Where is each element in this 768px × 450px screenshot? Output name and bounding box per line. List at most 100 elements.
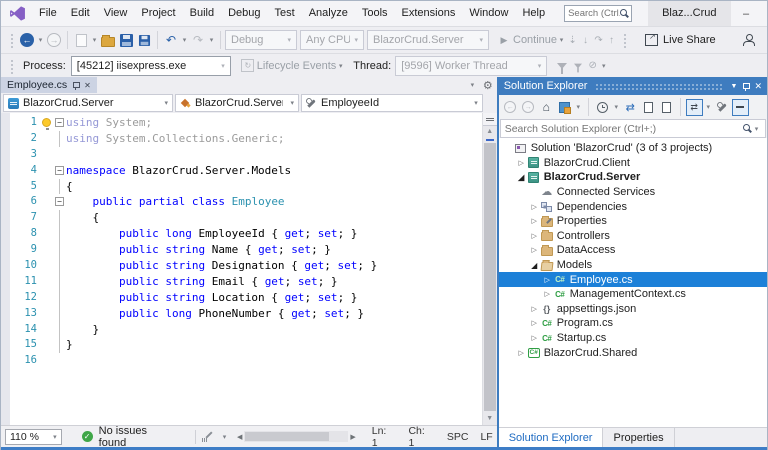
filter-threads-icon[interactable] (557, 62, 568, 74)
continue-play-icon[interactable]: ▶ (495, 31, 513, 49)
tree-item-dependencies[interactable]: ▷ Dependencies (499, 199, 767, 214)
scrollbar-thumb[interactable] (483, 143, 496, 411)
code-cleanup-icon[interactable] (202, 431, 214, 443)
tree-item-managementcontext-cs[interactable]: ▷ C# ManagementContext.cs (499, 287, 767, 302)
toolbar-grip[interactable] (9, 32, 14, 48)
quick-launch-input[interactable] (568, 8, 621, 19)
code-line-13[interactable]: 13 public long PhoneNumber { get; set; } (10, 305, 482, 322)
code-line-3[interactable]: 3 (10, 147, 482, 163)
toolbar-grip[interactable] (9, 57, 14, 74)
code-line-5[interactable]: 5{ (10, 178, 482, 195)
menu-extensions[interactable]: Extensions (395, 1, 463, 26)
redo-dropdown[interactable]: ▾ (207, 36, 216, 44)
tree-item-startup-cs[interactable]: ▷ C# Startup.cs (499, 331, 767, 346)
fold-collapse-icon[interactable]: − (54, 115, 66, 131)
collapse-all-icon[interactable] (658, 99, 676, 116)
line-indicator[interactable]: Ln: 1 (372, 425, 395, 449)
se-back-button[interactable]: ← (502, 99, 519, 116)
save-button[interactable] (117, 31, 135, 49)
tree-item-blazorcrud-shared[interactable]: ▷ C# BlazorCrud.Shared (499, 345, 767, 360)
expand-arrow-icon[interactable]: ▷ (529, 305, 540, 313)
solution-platforms-combo[interactable]: Any CPU ▾ (300, 30, 364, 50)
navigate-back-button[interactable]: ← (18, 31, 36, 49)
expand-arrow-icon[interactable]: ▷ (529, 217, 540, 225)
menu-file[interactable]: File (32, 1, 64, 26)
switch-views-dropdown[interactable]: ▾ (574, 103, 583, 111)
pending-changes-dropdown[interactable]: ▾ (612, 103, 621, 111)
code-line-7[interactable]: 7 { (10, 210, 482, 227)
minimize-button[interactable]: – (731, 1, 762, 26)
tree-item-employee-cs[interactable]: ▷ C# Employee.cs (498, 272, 767, 287)
menu-analyze[interactable]: Analyze (302, 1, 355, 26)
send-feedback-button[interactable] (739, 31, 757, 49)
open-file-button[interactable] (99, 31, 117, 49)
save-all-button[interactable] (135, 31, 153, 49)
horizontal-scrollbar[interactable]: ◀ ▶ (235, 431, 358, 442)
toolbar-grip[interactable] (622, 32, 628, 48)
tree-item-solution-blazorcrud-3-of-3-projects[interactable]: Solution 'BlazorCrud' (3 of 3 projects) (499, 141, 767, 156)
pending-changes-filter-icon[interactable] (594, 99, 611, 116)
menu-build[interactable]: Build (183, 1, 221, 26)
code-line-2[interactable]: 2 using System.Collections.Generic; (10, 130, 482, 147)
lifecycle-events-dropdown[interactable]: ▾ (336, 62, 345, 70)
solution-explorer-title-bar[interactable]: Solution Explorer ▼ ✕ (498, 77, 767, 95)
column-indicator[interactable]: Ch: 1 (408, 425, 432, 449)
lifecycle-events-button[interactable]: Lifecycle Events (257, 60, 336, 72)
menu-tools[interactable]: Tools (355, 1, 395, 26)
code-editor[interactable]: 1− using System; 2 using System.Collections… (1, 113, 497, 425)
tab-employee-cs[interactable]: Employee.cs ✕ (1, 77, 97, 93)
scroll-up-icon[interactable]: ▲ (483, 126, 497, 138)
show-all-files-icon[interactable] (640, 99, 658, 116)
expand-arrow-icon[interactable]: ▷ (529, 203, 540, 211)
preview-selected-items-icon[interactable] (731, 98, 749, 116)
code-line-14[interactable]: 14 } (10, 321, 482, 338)
filter-flagged-icon[interactable] (574, 63, 583, 72)
refresh-icon[interactable]: ⇄ (622, 99, 639, 116)
collapse-arrow-icon[interactable]: ◢ (529, 261, 540, 270)
break-all-icon[interactable]: ⇣ (566, 35, 579, 46)
code-line-11[interactable]: 11 public string Email { get; set; } (10, 273, 482, 290)
pin-tab-icon[interactable] (72, 81, 81, 90)
member-dropdown[interactable]: EmployeeId ▾ (301, 94, 483, 112)
expand-arrow-icon[interactable]: ▷ (542, 276, 553, 284)
tab-solution-explorer[interactable]: Solution Explorer (498, 428, 604, 447)
fold-collapse-icon[interactable]: − (54, 163, 66, 179)
tree-item-dataaccess[interactable]: ▷ DataAccess (499, 243, 767, 258)
type-dropdown[interactable]: BlazorCrud.Server.Models.Emplo▾ (175, 94, 299, 112)
code-line-9[interactable]: 9 public string Name { get; set; } (10, 242, 482, 259)
step-over-icon[interactable]: ↷ (592, 35, 605, 46)
code-line-16[interactable]: 16 (10, 353, 482, 369)
window-position-dropdown[interactable]: ▼ (731, 83, 738, 90)
code-line-12[interactable]: 12 public string Location { get; set; } (10, 289, 482, 306)
splitter-handle[interactable] (482, 113, 497, 126)
toolbar-overflow-dropdown[interactable]: ▾ (599, 62, 608, 70)
solution-configurations-combo[interactable]: Debug ▾ (225, 30, 297, 50)
process-combo[interactable]: [45212] iisexpress.exe ▾ (70, 55, 231, 76)
lightbulb-icon[interactable] (40, 115, 54, 131)
code-text-area[interactable]: 1− using System; 2 using System.Collections… (10, 113, 482, 425)
close-tab-icon[interactable]: ✕ (84, 81, 91, 90)
sync-with-active-document-icon[interactable]: ⇄ (685, 98, 703, 116)
vertical-scrollbar[interactable]: ▲ ▼ (481, 113, 497, 425)
issues-status[interactable]: No issues found (99, 425, 176, 449)
redo-button[interactable]: ↷ (189, 31, 207, 49)
menu-view[interactable]: View (97, 1, 135, 26)
step-into-icon[interactable]: ↓ (579, 35, 592, 46)
properties-wrench-icon[interactable] (714, 99, 731, 116)
scroll-down-icon[interactable]: ▼ (483, 413, 497, 425)
sync-dropdown[interactable]: ▾ (704, 103, 713, 111)
expand-arrow-icon[interactable]: ▷ (529, 334, 540, 342)
navigate-forward-button[interactable]: → (45, 31, 63, 49)
scroll-left-icon[interactable]: ◀ (235, 433, 244, 441)
scroll-right-icon[interactable]: ▶ (348, 433, 357, 441)
close-panel-icon[interactable]: ✕ (754, 81, 762, 92)
expand-arrow-icon[interactable]: ▷ (529, 319, 540, 327)
eol-indicator[interactable]: LF (480, 431, 492, 443)
continue-button[interactable]: Continue (513, 34, 557, 46)
new-file-button[interactable] (72, 31, 90, 49)
expand-arrow-icon[interactable]: ▷ (516, 349, 527, 357)
search-options-dropdown[interactable]: ▾ (752, 125, 761, 133)
menu-project[interactable]: Project (134, 1, 182, 26)
tree-item-connected-services[interactable]: ☁ Connected Services (499, 185, 767, 200)
expand-arrow-icon[interactable]: ▷ (529, 246, 540, 254)
